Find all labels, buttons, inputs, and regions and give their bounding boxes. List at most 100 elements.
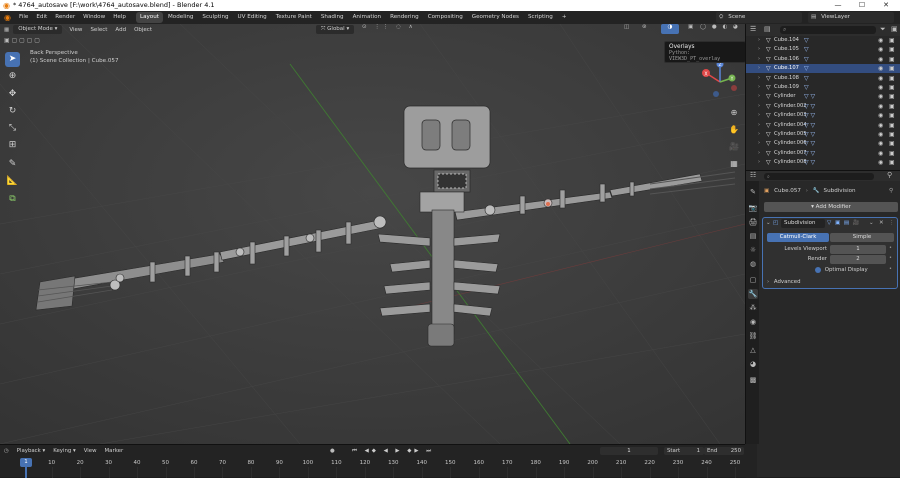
camera-view-icon[interactable]: 🎥: [727, 138, 741, 155]
outliner-row[interactable]: › ▽ Cube.104 ▽ ◉ ▣: [746, 36, 900, 45]
tab-sculpting[interactable]: Sculpting: [198, 12, 232, 23]
eye-icon[interactable]: ◉: [878, 121, 883, 130]
keyframe-dot-icon[interactable]: •: [889, 255, 892, 261]
maximize-button[interactable]: ☐: [850, 0, 874, 11]
advanced-subpanel-toggle[interactable]: › Advanced: [767, 277, 801, 287]
transform-orientation-dropdown[interactable]: ⤧ Global ▾: [316, 25, 355, 34]
rotate-tool-button[interactable]: ↻: [5, 104, 20, 119]
expand-arrow-icon[interactable]: ›: [758, 149, 760, 158]
camera-icon[interactable]: ▣: [889, 92, 895, 101]
outliner-row[interactable]: › ▽ Cylinder.007 ▽ ▽ ◉ ▣: [746, 149, 900, 158]
data-tab-icon[interactable]: △: [748, 345, 758, 355]
eye-icon[interactable]: ◉: [878, 83, 883, 92]
camera-icon[interactable]: ▣: [889, 102, 895, 111]
eye-icon[interactable]: ◉: [878, 45, 883, 54]
outliner-row[interactable]: › ▽ Cylinder.003 ▽ ▽ ◉ ▣: [746, 111, 900, 120]
breadcrumb-pin-icon[interactable]: ⚲: [889, 186, 893, 196]
outliner-row[interactable]: › ▽ Cube.108 ▽ ◉ ▣: [746, 74, 900, 83]
measure-tool-button[interactable]: 📐: [5, 174, 20, 189]
catmull-clark-button[interactable]: Catmull-Clark: [767, 233, 829, 242]
tab-modeling[interactable]: Modeling: [164, 12, 197, 23]
camera-icon[interactable]: ▣: [889, 111, 895, 120]
world-tab-icon[interactable]: ◍: [748, 259, 758, 269]
menu-help[interactable]: Help: [109, 11, 130, 24]
expand-arrow-icon[interactable]: ›: [758, 36, 760, 45]
texture-tab-icon[interactable]: ▩: [748, 375, 758, 385]
render-tab-icon[interactable]: 📷: [748, 203, 758, 213]
drag-handle-icon[interactable]: ⋮: [889, 218, 895, 229]
add-cube-tool-button[interactable]: ⧉: [5, 192, 20, 207]
view-layer-tab-icon[interactable]: ▤: [748, 231, 758, 241]
camera-icon[interactable]: ▣: [889, 36, 895, 45]
expand-arrow-icon[interactable]: ›: [758, 74, 760, 83]
eye-icon[interactable]: ◉: [878, 74, 883, 83]
camera-icon[interactable]: ▣: [889, 55, 895, 64]
camera-icon[interactable]: ▣: [889, 130, 895, 139]
collapse-chevron-icon[interactable]: ⌄: [766, 218, 771, 229]
select-tool-button[interactable]: ➤: [5, 52, 20, 67]
camera-icon[interactable]: ▣: [889, 158, 895, 167]
keyframe-dot-icon[interactable]: •: [889, 266, 892, 272]
camera-icon[interactable]: ▣: [889, 45, 895, 54]
filter-icon[interactable]: ⏷: [880, 25, 886, 34]
menu-add[interactable]: Add: [111, 25, 130, 35]
expand-arrow-icon[interactable]: ›: [758, 130, 760, 139]
timeline-ruler[interactable]: 10 20 30 40 50 60 70 80 90 100 110 120 130 140 150 160 1…: [0, 445, 745, 478]
expand-arrow-icon[interactable]: ›: [758, 121, 760, 130]
eye-icon[interactable]: ◉: [878, 158, 883, 167]
add-workspace-button[interactable]: +: [558, 12, 571, 23]
eye-icon[interactable]: ◉: [878, 149, 883, 158]
scale-tool-button[interactable]: ⤡: [5, 121, 20, 136]
camera-icon[interactable]: ▣: [889, 149, 895, 158]
properties-search-input[interactable]: ⌕: [764, 173, 874, 180]
outliner-row[interactable]: › ▽ Cube.107 ▽ ◉ ▣: [746, 64, 900, 74]
constraints-tab-icon[interactable]: ⛓: [748, 331, 758, 341]
particles-tab-icon[interactable]: ⁂: [748, 303, 758, 313]
shading-mode-icons[interactable]: ◯ ● ◐ ◕: [700, 24, 740, 30]
tab-geometry-nodes[interactable]: Geometry Nodes: [468, 12, 523, 23]
object-mode-dropdown[interactable]: Object Mode ▾: [13, 25, 63, 34]
expand-arrow-icon[interactable]: ›: [758, 45, 760, 54]
expand-arrow-icon[interactable]: ›: [758, 111, 760, 120]
pan-hand-icon[interactable]: ✋: [727, 121, 741, 138]
overlays-toggle-button[interactable]: ◑: [661, 24, 679, 34]
outliner-row[interactable]: › ▽ Cylinder.008 ▽ ▽ ◉ ▣: [746, 158, 900, 167]
eye-icon[interactable]: ◉: [878, 130, 883, 139]
modifier-remove-icon[interactable]: ✕: [879, 218, 884, 229]
outliner-row[interactable]: › ▽ Cube.109 ▽ ◉ ▣: [746, 83, 900, 92]
outliner-row[interactable]: › ▽ Cylinder ▽ ▽ ◉ ▣: [746, 92, 900, 101]
expand-arrow-icon[interactable]: ›: [758, 64, 760, 73]
menu-view[interactable]: View: [65, 25, 86, 35]
eye-icon[interactable]: ◉: [878, 102, 883, 111]
display-mode-icon[interactable]: ▤: [764, 25, 771, 33]
tab-animation[interactable]: Animation: [349, 12, 386, 23]
outliner-row[interactable]: › ▽ Cylinder.002 ▽ ▽ ◉ ▣: [746, 102, 900, 111]
new-collection-icon[interactable]: ▣: [891, 25, 898, 33]
optimal-display-checkbox[interactable]: Optimal Display: [815, 266, 868, 275]
outliner-editor-icon[interactable]: ☰: [750, 25, 756, 33]
gizmo-toggle-icon[interactable]: ⊛: [642, 24, 647, 30]
editor-type-icon[interactable]: ▦: [0, 27, 13, 33]
material-tab-icon[interactable]: ◕: [748, 359, 758, 369]
snapping-icons[interactable]: ⊙ ⋮⋮ ◌ ∧: [362, 24, 416, 30]
menu-render[interactable]: Render: [51, 11, 79, 24]
expand-arrow-icon[interactable]: ›: [758, 158, 760, 167]
outliner-row[interactable]: › ▽ Cylinder.004 ▽ ▽ ◉ ▣: [746, 121, 900, 130]
menu-window[interactable]: Window: [79, 11, 109, 24]
expand-arrow-icon[interactable]: ›: [758, 55, 760, 64]
eye-icon[interactable]: ◉: [878, 92, 883, 101]
levels-viewport-field[interactable]: 1: [830, 245, 886, 254]
render-levels-field[interactable]: 2: [830, 255, 886, 264]
camera-icon[interactable]: ▣: [889, 121, 895, 130]
simple-button[interactable]: Simple: [830, 233, 894, 242]
camera-icon[interactable]: ▣: [889, 74, 895, 83]
menu-object[interactable]: Object: [130, 25, 156, 35]
grid-toggle-icon[interactable]: ▦: [727, 155, 741, 172]
modifier-visibility-icons[interactable]: ▽ ▣ ▤ 🎥: [827, 218, 861, 229]
eye-icon[interactable]: ◉: [878, 36, 883, 45]
navigation-gizmo[interactable]: X Z Y: [698, 60, 742, 104]
outliner-search-input[interactable]: ⌕: [780, 26, 876, 34]
menu-select[interactable]: Select: [86, 25, 111, 35]
tab-rendering[interactable]: Rendering: [386, 12, 423, 23]
move-tool-button[interactable]: ✥: [5, 87, 20, 102]
